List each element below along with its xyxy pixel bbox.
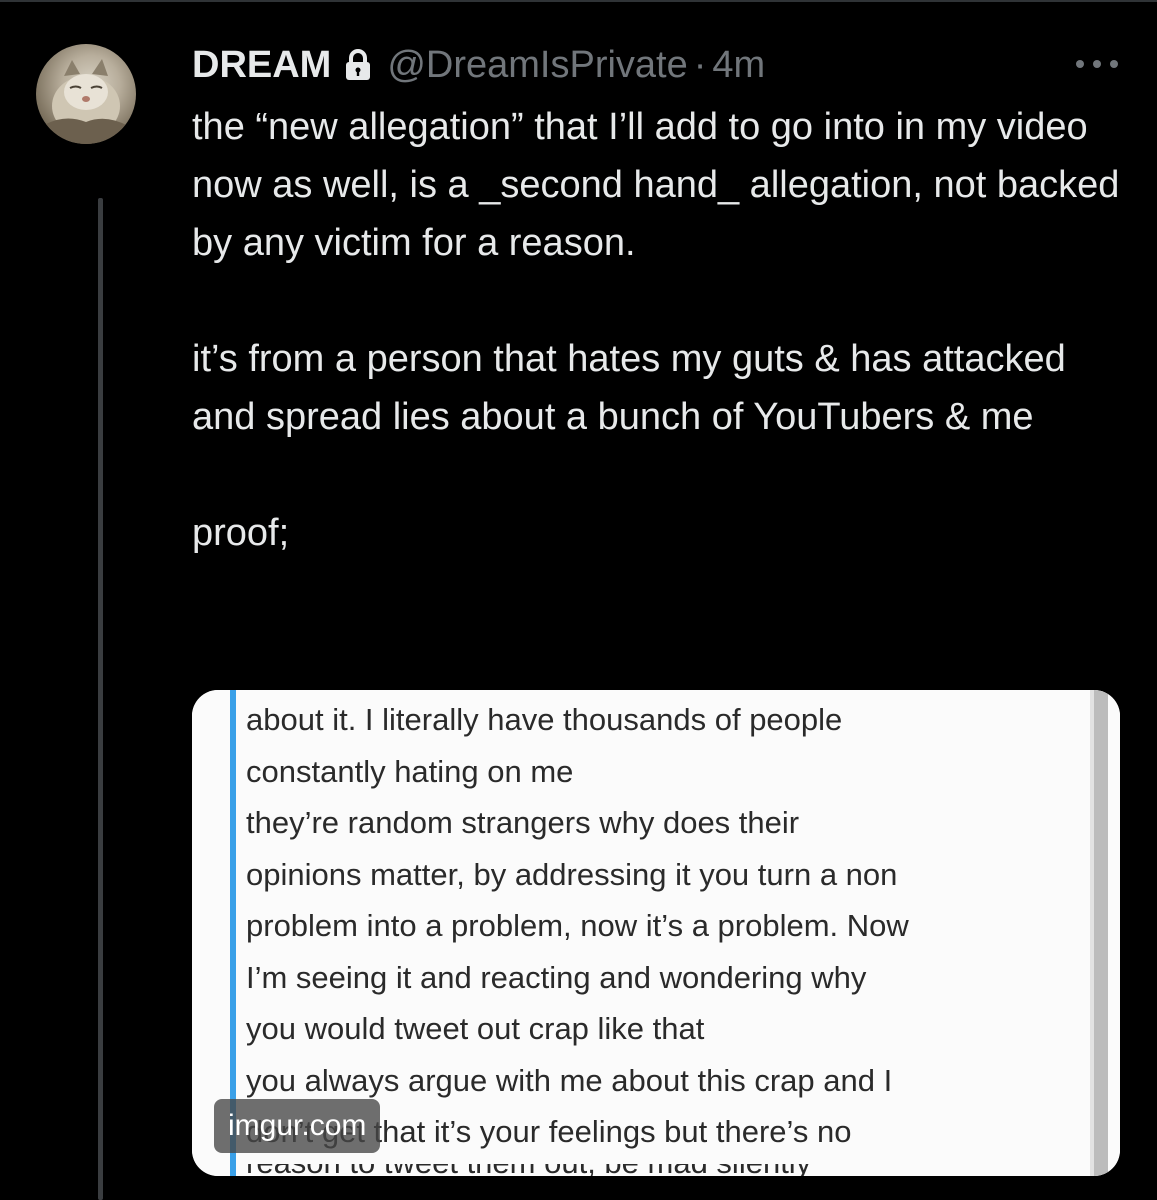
thread-line xyxy=(98,198,103,1200)
screenshot-cut-line-text: reason to tweet them out, be mad silentl… xyxy=(246,1164,811,1176)
tweet-text: the “new allegation” that I’ll add to go… xyxy=(192,98,1122,562)
screenshot-line: constantly hating on me xyxy=(246,753,574,789)
tweet-paragraph: the “new allegation” that I’ll add to go… xyxy=(192,106,1130,264)
top-divider xyxy=(0,0,1157,2)
more-icon[interactable] xyxy=(1072,52,1122,76)
screenshot-line: you would tweet out crap like that xyxy=(246,1011,705,1046)
lock-icon xyxy=(346,49,371,80)
screenshot-line: problem into a problem, now it’s a probl… xyxy=(246,908,909,943)
timestamp[interactable]: 4m xyxy=(712,44,765,87)
tweet-paragraph: it’s from a person that hates my guts & … xyxy=(192,338,1077,438)
screenshot-line: about it. I literally have thousands of … xyxy=(246,702,843,737)
tweet-header: DREAM @DreamIsPrivate · 4m xyxy=(192,40,765,90)
image-edge xyxy=(1094,690,1108,1176)
handle[interactable]: @DreamIsPrivate xyxy=(387,44,687,87)
screenshot-text: about it. I literally have thousands of … xyxy=(246,694,1066,1158)
tweet-paragraph: proof; xyxy=(192,512,290,554)
screenshot-line: opinions matter, by addressing it you tu… xyxy=(246,856,898,892)
screenshot-line: they’re random strangers why does their xyxy=(246,805,800,840)
screenshot-cut-line: reason to tweet them out, be mad silentl… xyxy=(246,1164,811,1176)
screenshot-line: I’m seeing it and reacting and wondering… xyxy=(246,959,867,995)
separator-dot: · xyxy=(693,43,707,86)
imgur-watermark: imgur.com xyxy=(214,1099,381,1153)
avatar[interactable] xyxy=(36,44,136,144)
display-name[interactable]: DREAM xyxy=(192,44,331,87)
cat-avatar-image xyxy=(46,59,128,144)
